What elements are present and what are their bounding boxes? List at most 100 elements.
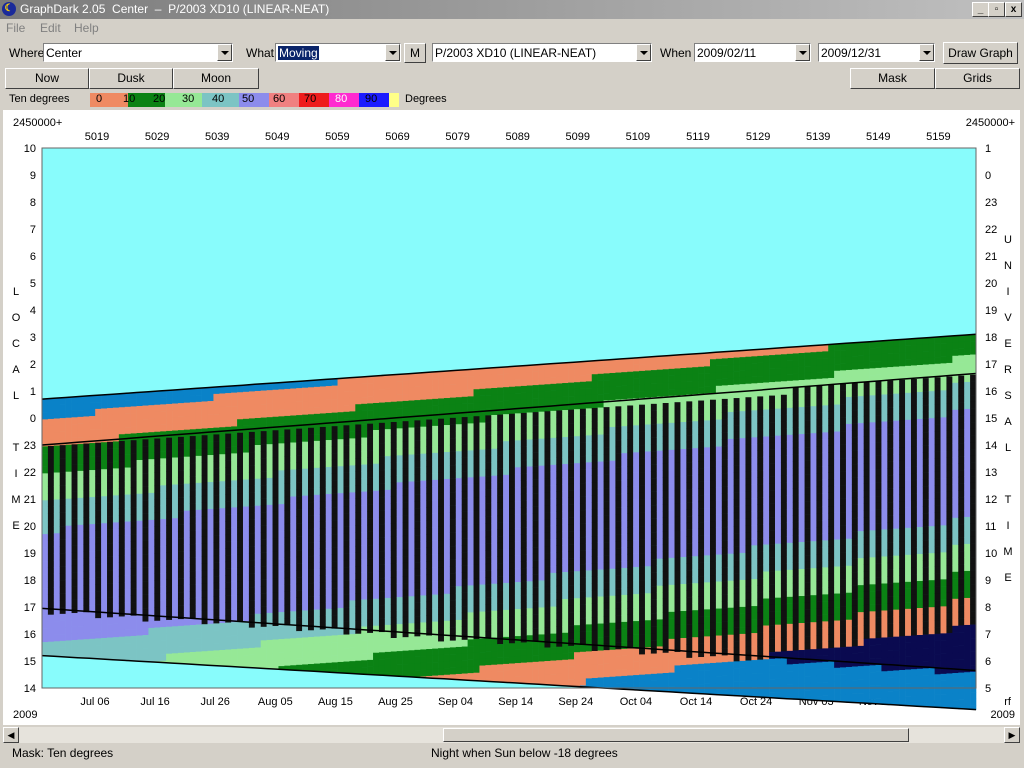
- night-cell: [538, 418, 545, 426]
- night-cell: [53, 648, 61, 656]
- night-cell: [101, 529, 108, 538]
- night-cell: [89, 537, 96, 545]
- night-cell: [449, 370, 457, 378]
- night-cell: [219, 386, 226, 394]
- chevron-down-icon[interactable]: [217, 44, 232, 61]
- menu-help[interactable]: Help: [74, 21, 99, 35]
- night-cell: [384, 516, 392, 524]
- object-select[interactable]: P/2003 XD10 (LINEAR-NEAT): [432, 43, 652, 62]
- now-button[interactable]: Now: [5, 68, 89, 89]
- night-cell: [509, 514, 516, 523]
- night-cell: [432, 466, 439, 474]
- night-cell: [65, 640, 72, 648]
- night-cell: [591, 434, 598, 443]
- night-cell: [95, 604, 102, 612]
- night-cell: [177, 544, 185, 552]
- night-cell: [420, 487, 427, 495]
- m-button[interactable]: M: [404, 43, 426, 63]
- chevron-down-icon[interactable]: [795, 44, 810, 61]
- night-cell: [633, 600, 640, 608]
- dusk-button[interactable]: Dusk: [89, 68, 173, 89]
- night-cell: [467, 571, 474, 579]
- night-cell: [455, 383, 463, 391]
- night-cell: [514, 669, 522, 677]
- menu-edit[interactable]: Edit: [40, 21, 61, 35]
- night-cell: [420, 608, 427, 616]
- night-cell: [597, 481, 604, 489]
- night-cell: [402, 461, 409, 469]
- night-cell: [107, 401, 114, 409]
- minimize-button[interactable]: _: [972, 2, 989, 17]
- night-cell: [278, 477, 285, 485]
- night-cell: [639, 445, 646, 453]
- night-cell: [473, 368, 480, 377]
- night-cell: [331, 642, 338, 650]
- night-cell: [384, 388, 392, 396]
- night-cell: [95, 449, 102, 457]
- night-cell: [526, 628, 533, 636]
- grids-button[interactable]: Grids: [935, 68, 1020, 89]
- night-cell: [656, 558, 663, 566]
- night-cell: [633, 573, 640, 581]
- night-cell: [378, 436, 386, 444]
- night-cell: [384, 510, 392, 518]
- night-cell: [183, 470, 191, 478]
- night-cell: [627, 472, 634, 481]
- night-cell: [53, 452, 61, 460]
- night-cell: [207, 455, 214, 463]
- chevron-down-icon[interactable]: [385, 44, 400, 61]
- night-cell: [491, 570, 498, 578]
- night-cell: [633, 384, 640, 392]
- close-button[interactable]: x: [1005, 2, 1022, 17]
- mask-button[interactable]: Mask: [850, 68, 935, 89]
- chevron-down-icon[interactable]: [919, 44, 934, 61]
- night-cell: [650, 532, 658, 540]
- night-cell: [355, 431, 362, 439]
- night-cell: [95, 483, 102, 491]
- night-cell: [514, 379, 522, 387]
- night-cell: [627, 459, 634, 467]
- night-cell: [213, 468, 220, 476]
- night-cell: [615, 622, 622, 630]
- chevron-down-icon[interactable]: [636, 44, 651, 61]
- restore-button[interactable]: ▫: [988, 2, 1005, 17]
- night-cell: [242, 560, 250, 568]
- night-cell: [668, 544, 675, 552]
- what-select[interactable]: Moving: [275, 43, 401, 62]
- night-cell: [337, 486, 344, 494]
- start-date-select[interactable]: 2009/02/11: [694, 43, 811, 62]
- night-cell: [514, 420, 522, 428]
- menu-file[interactable]: File: [6, 21, 25, 35]
- night-cell: [71, 626, 78, 634]
- night-cell: [455, 478, 463, 486]
- night-cell: [597, 596, 604, 604]
- night-cell: [195, 516, 202, 524]
- night-cell: [172, 552, 179, 560]
- night-cell: [550, 572, 557, 580]
- night-cell: [591, 671, 598, 679]
- night-cell: [219, 568, 226, 577]
- night-cell: [177, 416, 185, 424]
- night-cell: [260, 613, 267, 621]
- night-cell: [378, 645, 386, 653]
- night-cell: [284, 429, 291, 437]
- night-cell: [615, 662, 622, 670]
- night-cell: [337, 466, 344, 474]
- end-date-select[interactable]: 2009/12/31: [818, 43, 935, 62]
- night-cell: [568, 652, 575, 660]
- night-cell: [53, 600, 61, 608]
- draw-graph-button[interactable]: Draw Graph: [943, 42, 1018, 64]
- night-cell: [639, 681, 646, 689]
- night-cell: [656, 376, 663, 384]
- night-cell: [242, 412, 250, 420]
- moon-button[interactable]: Moon: [173, 68, 259, 89]
- where-select[interactable]: Center: [43, 43, 233, 62]
- night-cell: [556, 531, 563, 539]
- night-cell: [42, 554, 49, 562]
- night-cell: [662, 477, 669, 485]
- night-cell: [378, 652, 386, 660]
- night-cell: [579, 550, 587, 558]
- night-cell: [195, 422, 202, 430]
- night-cell: [290, 537, 297, 545]
- night-cell: [532, 641, 539, 649]
